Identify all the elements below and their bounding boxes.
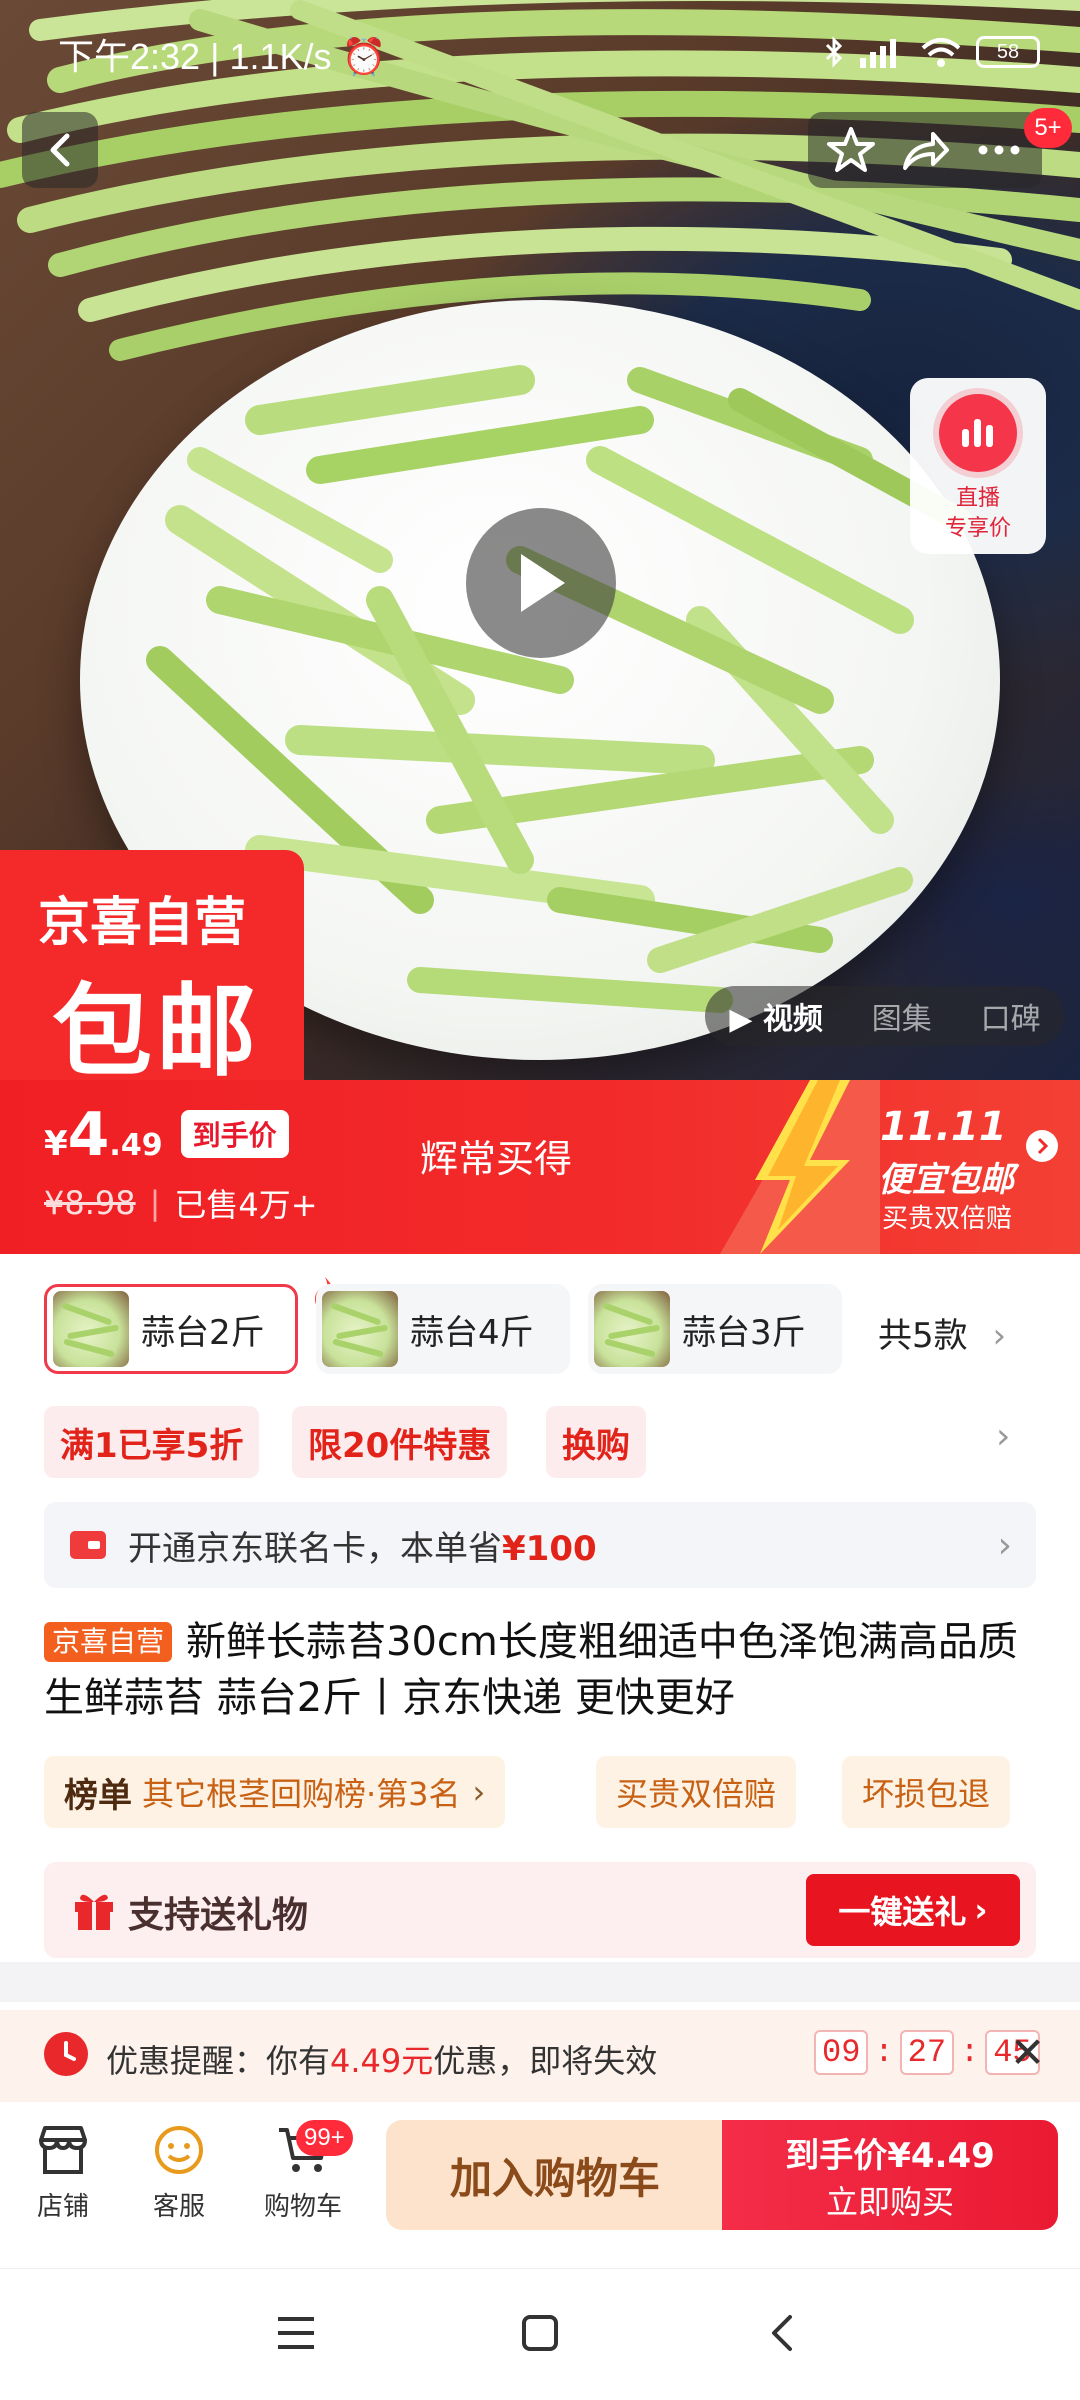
live-icon <box>939 394 1017 472</box>
clock-icon <box>44 2032 88 2076</box>
coupon-reminder: 优惠提醒：你有4.49元优惠，即将失效 09: 27: 45 ✕ <box>0 2010 1080 2102</box>
gift-label: 支持送礼物 <box>128 1895 309 1936</box>
self-operated-badge: 京喜自营 <box>44 1622 173 1662</box>
variant-label: 蒜台2斤 <box>141 1312 265 1353</box>
promo-free-shipping: 包邮 <box>52 973 260 1080</box>
favorite-star-icon[interactable] <box>825 124 877 176</box>
close-icon[interactable]: ✕ <box>1010 2028 1045 2077</box>
double11-title: 11.11 <box>880 1104 1007 1150</box>
more-icon[interactable] <box>973 124 1025 176</box>
gift-section: 支持送礼物 一键送礼 › <box>44 1862 1036 1958</box>
battery-icon: 58 <box>976 36 1040 68</box>
section-divider <box>0 1962 1080 2002</box>
customer-service-icon <box>155 2126 203 2174</box>
member-card-offer[interactable]: 开通京东联名卡，本单省¥100 › <box>44 1502 1036 1588</box>
add-to-cart-button[interactable]: 加入购物车 <box>386 2120 724 2230</box>
price-banner: ¥ 4 .49 到手价 ¥8.98 | 已售4万+ 辉常买得 11.11 便宜包… <box>0 1080 1080 1254</box>
bluetooth-icon <box>825 36 843 68</box>
double11-chevron-icon[interactable] <box>1026 1130 1058 1162</box>
double11-subtitle: 便宜包邮 <box>878 1160 1014 1200</box>
cart-badge: 99+ <box>296 2120 353 2156</box>
promo-self-operated: 京喜自营 <box>38 893 247 953</box>
promo-chevron-icon[interactable]: › <box>996 1416 1010 1457</box>
timer-hours: 09 <box>814 2030 869 2075</box>
promo-chip-discount[interactable]: 满1已享5折 <box>44 1406 260 1478</box>
store-icon <box>39 2126 87 2174</box>
slogan: 辉常买得 <box>420 1137 573 1181</box>
send-gift-button[interactable]: 一键送礼 › <box>806 1874 1020 1946</box>
play-video-button[interactable] <box>466 508 616 658</box>
wifi-icon <box>921 38 961 67</box>
back-button[interactable] <box>22 112 98 188</box>
live-label: 直播 专享价 <box>944 486 1011 541</box>
tab-video[interactable]: ▶ 视频 <box>729 994 823 1038</box>
countdown-timer: 09: 27: 45 <box>814 2030 1040 2075</box>
lightning-bolt-icon <box>720 1080 880 1254</box>
customer-service-button[interactable]: 客服 <box>124 2122 234 2223</box>
status-icons: 58 <box>824 30 1040 74</box>
variant-label: 蒜台4斤 <box>410 1312 534 1353</box>
variant-option-2[interactable]: 蒜台4斤 <box>316 1284 570 1374</box>
member-chevron-icon: › <box>997 1524 1012 1566</box>
final-price-tag: 到手价 <box>180 1110 289 1158</box>
reminder-text: 优惠提醒：你有4.49元优惠，即将失效 <box>106 2042 658 2080</box>
price-protection: 买贵双倍赔 <box>882 1204 1013 1234</box>
media-tabs: ▶ 视频 图集 口碑 <box>705 986 1065 1046</box>
sold-count: 已售4万+ <box>174 1186 318 1224</box>
buy-now-button[interactable]: 到手价¥4.49 立即购买 <box>722 2120 1058 2230</box>
tab-reviews[interactable]: 口碑 <box>981 994 1041 1038</box>
store-button[interactable]: 店铺 <box>8 2122 118 2223</box>
timer-minutes: 27 <box>899 2030 955 2075</box>
tab-gallery[interactable]: 图集 <box>872 994 932 1038</box>
product-title: 京喜自营 新鲜长蒜苔30cm长度粗细适中色泽饱满高品质生鲜蒜苔 蒜台2斤丨京东快递… <box>44 1619 1018 1721</box>
guarantee-damage-return[interactable]: 坏损包退 <box>842 1756 1011 1828</box>
credit-card-icon <box>70 1531 106 1559</box>
play-icon <box>521 554 565 612</box>
all-variants-link[interactable]: 共5款 › <box>878 1308 1006 1357</box>
status-bar: 下午2:32 | 1.1K/s ⏰ 58 <box>0 0 1080 100</box>
promo-chip-exchange[interactable]: 换购 <box>546 1406 646 1478</box>
system-navigation-bar <box>0 2268 1080 2400</box>
variant-option-1[interactable]: 蒜台2斤 <box>44 1277 334 1374</box>
bottom-action-bar: 店铺 客服 购物车 99+ 加入购物车 到手价¥4.49 立即购买 <box>0 2102 1080 2252</box>
product-hero-image[interactable]: 下午2:32 | 1.1K/s ⏰ 58 5+ 直播 专享价 京喜自营 包邮 ▶… <box>0 0 1080 1080</box>
variant-thumbnail <box>322 1291 398 1367</box>
guarantee-double-refund[interactable]: 买贵双倍赔 <box>596 1756 797 1828</box>
notification-badge: 5+ <box>1024 108 1072 148</box>
variant-label: 蒜台3斤 <box>682 1312 806 1353</box>
signal-icon <box>860 39 896 68</box>
variant-thumbnail <box>594 1291 670 1367</box>
variant-thumbnail <box>53 1291 129 1367</box>
menu-icon[interactable] <box>274 2313 318 2353</box>
variant-option-3[interactable]: 蒜台3斤 <box>588 1284 842 1374</box>
original-price: ¥8.98 <box>44 1184 136 1222</box>
status-time: 下午2:32 | 1.1K/s ⏰ <box>58 36 387 77</box>
original-price-row: ¥8.98 | 已售4万+ <box>44 1180 318 1226</box>
live-stream-card[interactable]: 直播 专享价 <box>910 378 1046 554</box>
home-icon[interactable] <box>518 2311 562 2355</box>
ranking-pill[interactable]: 榜单 其它根茎回购榜·第3名 › <box>44 1756 506 1828</box>
promo-tag: 京喜自营 包邮 <box>0 850 304 1080</box>
member-card-text: 开通京东联名卡，本单省¥100 <box>128 1528 597 1569</box>
variant-selector: 蒜台2斤 蒜台4斤 蒜台3斤 共5款 › <box>0 1277 1080 1380</box>
top-actions-group <box>808 112 1042 188</box>
price: ¥ 4 .49 到手价 <box>44 1100 289 1170</box>
back-arrow-icon <box>50 133 70 167</box>
promo-chip-limited[interactable]: 限20件特惠 <box>292 1406 508 1478</box>
share-icon[interactable] <box>899 124 951 176</box>
gift-icon <box>75 1894 113 1930</box>
system-back-icon[interactable] <box>766 2311 798 2355</box>
